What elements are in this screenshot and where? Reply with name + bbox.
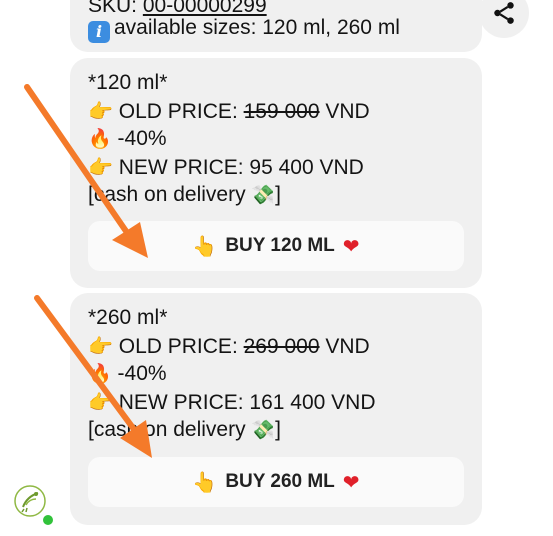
heart-icon: ❤ xyxy=(342,470,360,494)
offer-bubble-260ml: *260 ml* 👉 OLD PRICE: 269 000 VND 🔥 -40%… xyxy=(70,293,482,525)
pointing-right-icon: 👉 xyxy=(88,99,113,123)
payment-text: [cash on delivery xyxy=(88,183,252,206)
size-heading: *260 ml* xyxy=(88,306,168,329)
buy-120ml-button[interactable]: 👆 BUY 120 ML ❤ xyxy=(88,221,464,271)
sizes-line: i available sizes: 120 ml, 260 ml xyxy=(88,14,400,43)
pointing-right-icon: 👉 xyxy=(88,155,113,179)
old-price-line: 👉 OLD PRICE: 159 000 VND xyxy=(88,97,370,125)
discount-value: -40% xyxy=(117,362,167,385)
payment-line: [cash on delivery 💸] xyxy=(88,181,370,209)
sizes-text: available sizes: 120 ml, 260 ml xyxy=(114,16,400,39)
discount-value: -40% xyxy=(117,127,167,150)
chat-screen: SKU: 00-00000299 i available sizes: 120 m… xyxy=(0,0,553,536)
buy-button-label: BUY 260 ML xyxy=(225,471,335,492)
new-price-line: 👉 NEW PRICE: 161 400 VND xyxy=(88,388,376,416)
pointing-right-icon: 👉 xyxy=(88,390,113,414)
payment-close: ] xyxy=(275,418,281,441)
payment-close: ] xyxy=(275,183,281,206)
pointing-up-icon: 👆 xyxy=(192,234,218,258)
money-icon: 💸 xyxy=(251,184,276,206)
share-icon xyxy=(494,2,514,24)
old-price-label: OLD PRICE: xyxy=(118,100,244,123)
product-info-bubble: SKU: 00-00000299 i available sizes: 120 m… xyxy=(70,0,482,52)
buy-button-label: BUY 120 ML xyxy=(225,235,335,256)
buy-260ml-button[interactable]: 👆 BUY 260 ML ❤ xyxy=(88,457,464,507)
offer-text: *120 ml* 👉 OLD PRICE: 159 000 VND 🔥 -40%… xyxy=(88,69,370,209)
new-price-text: NEW PRICE: 161 400 VND xyxy=(118,391,376,414)
new-price-line: 👉 NEW PRICE: 95 400 VND xyxy=(88,153,370,181)
old-price-currency: VND xyxy=(319,335,370,358)
money-icon: 💸 xyxy=(251,419,276,441)
payment-line: [cash on delivery 💸] xyxy=(88,416,376,444)
old-price-label: OLD PRICE: xyxy=(118,335,244,358)
old-price-currency: VND xyxy=(319,100,370,123)
old-price-value: 269 000 xyxy=(243,335,320,358)
old-price-line: 👉 OLD PRICE: 269 000 VND xyxy=(88,332,376,360)
size-heading: *120 ml* xyxy=(88,71,168,94)
discount-line: 🔥 -40% xyxy=(88,360,376,388)
bot-avatar[interactable] xyxy=(14,485,46,517)
offer-text: *260 ml* 👉 OLD PRICE: 269 000 VND 🔥 -40%… xyxy=(88,304,376,444)
fire-icon: 🔥 xyxy=(88,128,112,150)
fire-icon: 🔥 xyxy=(88,363,112,385)
heart-icon: ❤ xyxy=(342,234,360,258)
old-price-value: 159 000 xyxy=(243,100,320,123)
offer-bubble-120ml: *120 ml* 👉 OLD PRICE: 159 000 VND 🔥 -40%… xyxy=(70,58,482,288)
new-price-text: NEW PRICE: 95 400 VND xyxy=(118,156,364,179)
share-button[interactable] xyxy=(479,0,529,38)
info-icon: i xyxy=(88,21,110,43)
payment-text: [cash on delivery xyxy=(88,418,252,441)
pointing-up-icon: 👆 xyxy=(192,470,218,494)
online-status-dot xyxy=(41,513,55,527)
discount-line: 🔥 -40% xyxy=(88,125,370,153)
pointing-right-icon: 👉 xyxy=(88,334,113,358)
